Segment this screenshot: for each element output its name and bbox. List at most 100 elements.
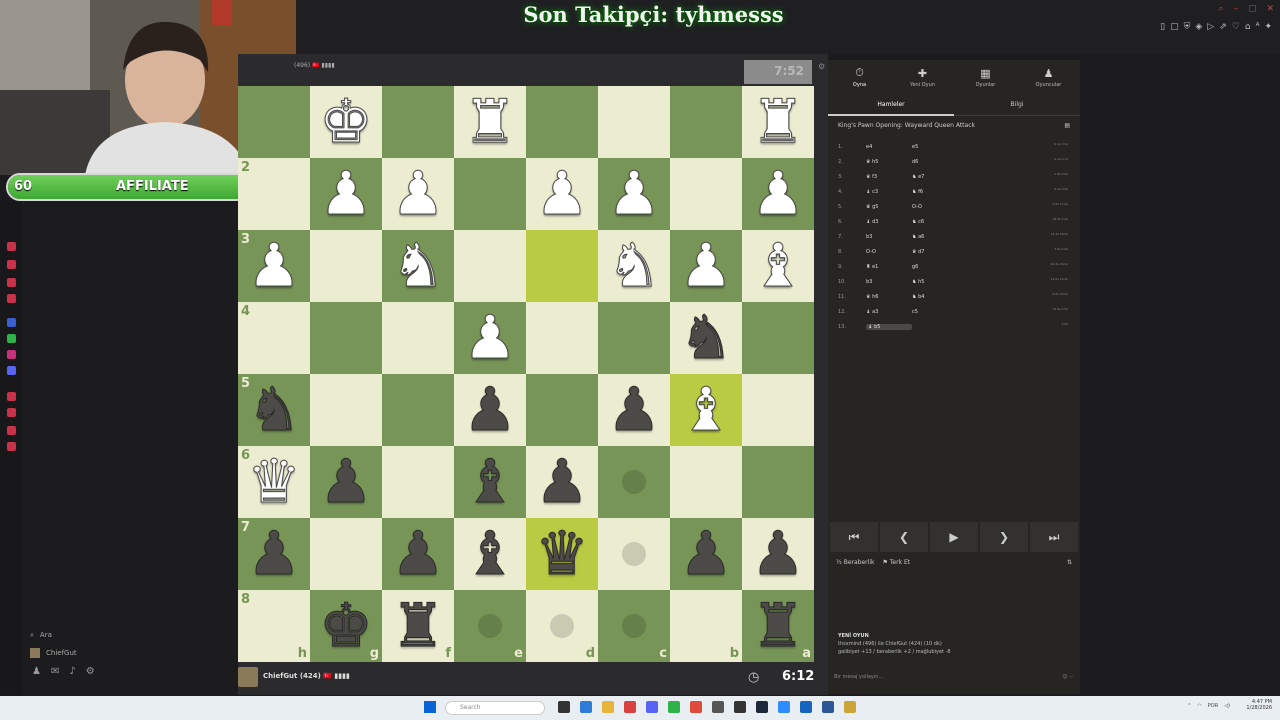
white-move[interactable]: e4 xyxy=(866,144,912,150)
board-square[interactable]: ♟ xyxy=(454,302,526,374)
white-move[interactable]: ♛ h6 xyxy=(866,294,912,300)
app-icon[interactable] xyxy=(734,701,746,713)
board-square[interactable]: ♟ xyxy=(310,446,382,518)
sidebar-user[interactable]: ChiefGut xyxy=(22,644,238,662)
move-hint[interactable] xyxy=(550,614,574,638)
board-square[interactable]: ♟ xyxy=(742,518,814,590)
board-square[interactable] xyxy=(382,302,454,374)
board-square[interactable]: ♟ xyxy=(526,158,598,230)
board-square[interactable] xyxy=(598,446,670,518)
white-move[interactable]: ♛ f3 xyxy=(866,174,912,180)
sidebar-search[interactable]: ⌕ Ara xyxy=(22,626,238,644)
board-square[interactable] xyxy=(742,446,814,518)
white-move[interactable]: b3 xyxy=(866,234,912,240)
discord-icon[interactable] xyxy=(646,701,658,713)
black-move[interactable]: ♛ d7 xyxy=(912,249,958,255)
board-square[interactable] xyxy=(454,230,526,302)
board-square[interactable]: ♝ xyxy=(742,230,814,302)
board-square[interactable]: 2 xyxy=(238,158,310,230)
board-square[interactable]: ♚ xyxy=(310,86,382,158)
app-icon[interactable] xyxy=(7,426,16,435)
black-pawn[interactable]: ♟ xyxy=(319,446,374,518)
white-rook[interactable]: ♜ xyxy=(751,86,806,158)
emoji-icon[interactable]: ☺ ⋯ xyxy=(1062,674,1074,684)
board-square[interactable]: ♞ xyxy=(670,302,742,374)
whatsapp-icon[interactable] xyxy=(668,701,680,713)
black-bishop[interactable]: ♝ xyxy=(463,446,518,518)
tab-play[interactable]: ⏱ Oyna xyxy=(828,60,891,94)
app-icon[interactable] xyxy=(7,260,16,269)
language-indicator[interactable]: POR xyxy=(1208,703,1218,709)
move-hint[interactable] xyxy=(478,614,502,638)
board-square[interactable]: ♟ xyxy=(742,158,814,230)
board-square[interactable]: b xyxy=(670,590,742,662)
gear-icon[interactable]: ⚙ xyxy=(86,666,95,677)
board-square[interactable]: e xyxy=(454,590,526,662)
app-icon[interactable] xyxy=(558,701,570,713)
white-rook[interactable]: ♜ xyxy=(463,86,518,158)
chrome-icon[interactable] xyxy=(690,701,702,713)
board-square[interactable]: 4 xyxy=(238,302,310,374)
board-square[interactable]: ♟ xyxy=(382,158,454,230)
board-square[interactable] xyxy=(310,230,382,302)
player-name[interactable]: ChiefGut (424) 🇹🇷 ▮▮▮▮ xyxy=(263,672,350,680)
board-square[interactable] xyxy=(382,86,454,158)
opponent-name[interactable]: (496) 🇹🇷 ▮▮▮▮ xyxy=(294,62,335,69)
board-square[interactable] xyxy=(670,446,742,518)
last-move-button[interactable]: ⏭ xyxy=(1030,522,1078,552)
board-square[interactable]: 8h xyxy=(238,590,310,662)
black-move[interactable]: ♞ a6 xyxy=(912,234,958,240)
user-icon[interactable]: ♟ xyxy=(32,666,41,677)
board-square[interactable]: 7 ♟ xyxy=(238,518,310,590)
instagram-icon[interactable] xyxy=(7,350,16,359)
board-square[interactable]: 5 ♞ xyxy=(238,374,310,446)
board-square[interactable]: ♛ xyxy=(526,518,598,590)
mail-icon[interactable]: ✉ xyxy=(51,666,59,677)
subtab-moves[interactable]: Hamleler xyxy=(828,94,954,116)
move-hint[interactable] xyxy=(622,470,646,494)
board-square[interactable]: ♝ xyxy=(670,374,742,446)
black-move[interactable]: ♞ f6 xyxy=(912,189,958,195)
black-pawn[interactable]: ♟ xyxy=(607,374,662,446)
app-icon[interactable] xyxy=(7,278,16,287)
tab-new-game[interactable]: ✚ Yeni Oyun xyxy=(891,60,954,94)
start-button[interactable] xyxy=(424,701,436,713)
board-square[interactable]: ♟ xyxy=(454,374,526,446)
black-pawn[interactable]: ♟ xyxy=(247,518,302,590)
board-square[interactable]: ♟ xyxy=(382,518,454,590)
wifi-icon[interactable]: ◠ xyxy=(1197,703,1201,709)
black-move[interactable]: d6 xyxy=(912,159,958,165)
app-icon[interactable] xyxy=(7,318,16,327)
black-rook[interactable]: ♜ xyxy=(751,590,806,662)
app-icon[interactable] xyxy=(7,392,16,401)
black-pawn[interactable]: ♟ xyxy=(751,518,806,590)
app-icon[interactable] xyxy=(7,442,16,451)
zoom-icon[interactable] xyxy=(778,701,790,713)
board-square[interactable]: ♞ xyxy=(598,230,670,302)
resign-button[interactable]: ⚑ Terk Et xyxy=(882,559,910,566)
white-pawn[interactable]: ♟ xyxy=(463,302,518,374)
board-square[interactable] xyxy=(598,86,670,158)
app-icon[interactable] xyxy=(7,242,16,251)
white-pawn[interactable]: ♟ xyxy=(319,158,374,230)
board-square[interactable]: ♝ xyxy=(454,518,526,590)
board-square[interactable]: c xyxy=(598,590,670,662)
bell-icon[interactable]: ♪ xyxy=(69,666,75,677)
black-pawn[interactable]: ♟ xyxy=(463,374,518,446)
board-square[interactable] xyxy=(310,302,382,374)
white-move[interactable]: ♝ c3 xyxy=(866,189,912,195)
black-pawn[interactable]: ♟ xyxy=(535,446,590,518)
board-square[interactable]: 6 ♛ xyxy=(238,446,310,518)
board-square[interactable]: ♜ xyxy=(742,86,814,158)
board-square[interactable] xyxy=(382,446,454,518)
tab-games[interactable]: ▦ Oyunlar xyxy=(954,60,1017,94)
app-icon[interactable] xyxy=(800,701,812,713)
chess-board[interactable]: ♚ ♜ ♜ 2 ♟ ♟ ♟ ♟ ♟ 3 ♟ ♞ ♞ ♟ ♝ 4 ♟ ♞ 5 ♞ ♟ ♟ ♝ 6 ♛ ♟ ♝ ♟ 7 ♟ ♟ ♝ ♛ ♟ ♟ 8 h g ♚ f… xyxy=(238,86,814,662)
black-move[interactable]: c5 xyxy=(912,309,958,315)
black-move[interactable]: ♞ b4 xyxy=(912,294,958,300)
first-move-button[interactable]: ⏮ xyxy=(830,522,878,552)
black-move[interactable]: g6 xyxy=(912,264,958,270)
settings-icon[interactable]: ⚙ xyxy=(818,62,825,71)
white-move[interactable]: ♝ d3 xyxy=(866,219,912,225)
white-knight[interactable]: ♞ xyxy=(607,230,662,302)
